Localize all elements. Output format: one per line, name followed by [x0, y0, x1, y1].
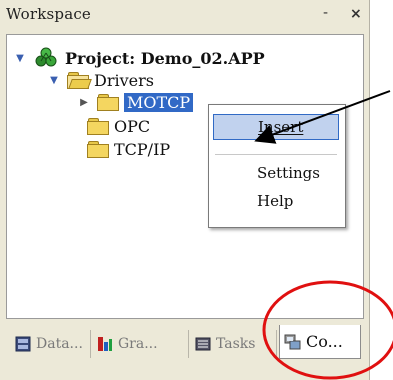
tree-item-drivers[interactable]: ▼ Drivers — [49, 69, 154, 91]
tree-item-motcp[interactable]: ▶ MOTCP — [79, 91, 194, 113]
workspace-title: Workspace — [6, 5, 92, 23]
workspace-panel: Workspace - × ▼ Project: Demo_02.APP ▼ D… — [0, 0, 370, 380]
comm-icon — [284, 334, 301, 349]
tab-data[interactable]: Data... — [10, 330, 91, 358]
tasks-icon — [195, 337, 211, 351]
database-icon — [15, 336, 31, 352]
collapse-triangle-icon[interactable]: ▼ — [15, 52, 25, 64]
tab-comm[interactable]: Co... — [279, 325, 361, 359]
expand-triangle-icon[interactable]: ▶ — [79, 96, 89, 108]
folder-icon — [87, 118, 109, 135]
menu-separator — [215, 154, 337, 155]
tab-graphics[interactable]: Gra... — [92, 330, 189, 358]
folder-icon — [87, 141, 109, 158]
tree-item-project[interactable]: ▼ Project: Demo_02.APP — [15, 47, 265, 69]
folder-icon — [97, 94, 119, 111]
context-menu: Insert Settings Help — [208, 104, 346, 228]
motcp-label: MOTCP — [124, 92, 194, 112]
menu-item-label: Help — [257, 192, 294, 210]
opc-label: OPC — [114, 116, 151, 136]
workspace-titlebar: Workspace - × — [0, 0, 369, 30]
menu-item-help[interactable]: Help — [213, 188, 339, 214]
tcpip-label: TCP/IP — [114, 139, 171, 159]
tab-tasks[interactable]: Tasks — [190, 330, 277, 358]
tree-item-tcpip[interactable]: TCP/IP — [87, 138, 170, 160]
pin-button[interactable]: - — [323, 5, 328, 21]
tab-label: Tasks — [216, 336, 256, 352]
menu-item-insert[interactable]: Insert — [213, 114, 339, 140]
menu-item-settings[interactable]: Settings — [213, 160, 339, 186]
tree-item-opc[interactable]: OPC — [87, 115, 150, 137]
tab-label: Gra... — [118, 336, 158, 352]
menu-item-label: Settings — [257, 164, 320, 182]
workspace-tabbar: Data... Gra... Tasks Co... — [6, 324, 362, 362]
drivers-label: Drivers — [94, 70, 154, 90]
project-icon — [33, 47, 59, 69]
collapse-triangle-icon[interactable]: ▼ — [49, 74, 59, 86]
graphics-icon — [98, 337, 112, 351]
tab-label: Co... — [306, 332, 343, 351]
close-button[interactable]: × — [350, 6, 362, 22]
open-folder-icon — [67, 72, 92, 89]
menu-item-label: Insert — [258, 118, 304, 136]
project-label: Project: Demo_02.APP — [65, 48, 265, 68]
tab-label: Data... — [36, 336, 83, 352]
